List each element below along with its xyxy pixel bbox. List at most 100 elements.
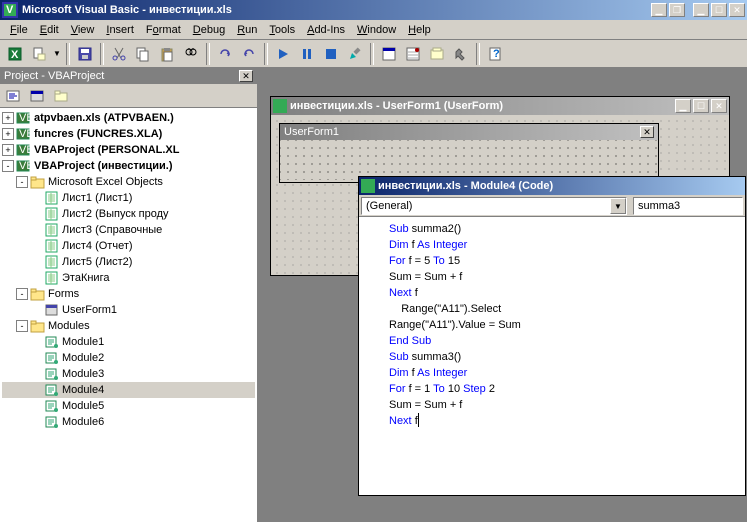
code-line[interactable]: Dim f As Integer [389, 237, 741, 253]
reset-icon[interactable] [320, 43, 342, 65]
object-combo[interactable]: (General) ▼ [361, 197, 627, 215]
project-toolbar [0, 84, 257, 108]
menu-file[interactable]: File [4, 22, 34, 38]
tree-node[interactable]: Module4 [2, 382, 255, 398]
view-excel-icon[interactable]: X [4, 43, 26, 65]
tree-node[interactable]: +VBVBAProject (PERSONAL.XL [2, 142, 255, 158]
vba-icon: VB [16, 127, 32, 141]
cut-icon[interactable] [108, 43, 130, 65]
expand-icon[interactable]: + [2, 144, 14, 156]
object-browser-icon[interactable] [426, 43, 448, 65]
form-icon [273, 99, 287, 113]
tree-node[interactable]: UserForm1 [2, 302, 255, 318]
code-line[interactable]: Range("A11").Select [389, 301, 741, 317]
expand-icon[interactable]: - [2, 160, 14, 172]
minimize-button[interactable]: ▁ [693, 3, 709, 17]
expand-icon[interactable]: + [2, 128, 14, 140]
code-line[interactable]: Sub summa2() [389, 221, 741, 237]
code-line[interactable]: Sum = Sum + f [389, 269, 741, 285]
menu-add-ins[interactable]: Add-Ins [301, 22, 351, 38]
tree-node[interactable]: Module6 [2, 414, 255, 430]
tree-node[interactable]: -Modules [2, 318, 255, 334]
find-icon[interactable] [180, 43, 202, 65]
expand-icon[interactable]: - [16, 320, 28, 332]
break-icon[interactable] [296, 43, 318, 65]
redo-icon[interactable] [238, 43, 260, 65]
properties-icon[interactable] [402, 43, 424, 65]
copy-icon[interactable] [132, 43, 154, 65]
userform-caption: UserForm1 [284, 126, 339, 138]
code-editor[interactable]: Sub summa2()Dim f As IntegerFor f = 5 To… [359, 217, 745, 433]
tree-node[interactable]: -Microsoft Excel Objects [2, 174, 255, 190]
tree-node[interactable]: -Forms [2, 286, 255, 302]
project-explorer-icon[interactable] [378, 43, 400, 65]
paste-icon[interactable] [156, 43, 178, 65]
code-titlebar[interactable]: инвестиции.xls - Module4 (Code) [359, 177, 745, 195]
uf-minimize-button[interactable]: ▁ [675, 99, 691, 113]
tree-node[interactable]: Module5 [2, 398, 255, 414]
toolbox-icon[interactable] [450, 43, 472, 65]
code-line[interactable]: Range("A11").Value = Sum [389, 317, 741, 333]
tree-node[interactable]: Лист5 (Лист2) [2, 254, 255, 270]
tree-node[interactable]: Лист2 (Выпуск проду [2, 206, 255, 222]
tree-node[interactable]: Лист4 (Отчет) [2, 238, 255, 254]
tree-node[interactable]: Лист1 (Лист1) [2, 190, 255, 206]
menu-view[interactable]: View [65, 22, 101, 38]
tree-node[interactable]: +VBatpvbaen.xls (ATPVBAEN.) [2, 110, 255, 126]
tree-node[interactable]: Module2 [2, 350, 255, 366]
uf-close-button[interactable]: ✕ [711, 99, 727, 113]
tree-node[interactable]: Лист3 (Справочные [2, 222, 255, 238]
view-code-icon[interactable] [2, 85, 24, 107]
dropdown-icon[interactable]: ▼ [610, 198, 626, 214]
toggle-folders-icon[interactable] [50, 85, 72, 107]
code-line[interactable]: Sum = Sum + f [389, 397, 741, 413]
project-panel-title: Project - VBAProject [4, 70, 104, 82]
help-icon[interactable]: ? [484, 43, 506, 65]
code-line[interactable]: For f = 1 To 10 Step 2 [389, 381, 741, 397]
userform-canvas[interactable]: UserForm1 ✕ [279, 123, 659, 183]
doc-restore-button[interactable]: ❐ [669, 3, 685, 17]
menu-run[interactable]: Run [231, 22, 263, 38]
run-icon[interactable] [272, 43, 294, 65]
insert-dropdown[interactable]: ▼ [52, 49, 62, 58]
tree-node[interactable]: Module1 [2, 334, 255, 350]
menu-insert[interactable]: Insert [100, 22, 140, 38]
code-window[interactable]: инвестиции.xls - Module4 (Code) (General… [358, 176, 746, 496]
project-panel-close[interactable]: ✕ [239, 70, 253, 82]
uf-maximize-button[interactable]: ☐ [693, 99, 709, 113]
module-icon [44, 367, 60, 381]
view-object-icon[interactable] [26, 85, 48, 107]
code-line[interactable]: Dim f As Integer [389, 365, 741, 381]
design-mode-icon[interactable] [344, 43, 366, 65]
menu-help[interactable]: Help [402, 22, 437, 38]
expand-icon[interactable]: - [16, 176, 28, 188]
menu-window[interactable]: Window [351, 22, 402, 38]
procedure-combo[interactable]: summa3 [633, 197, 743, 215]
code-line[interactable]: Next f [389, 413, 741, 429]
maximize-button[interactable]: ☐ [711, 3, 727, 17]
insert-icon[interactable] [28, 43, 50, 65]
tree-node[interactable]: ЭтаКнига [2, 270, 255, 286]
menu-edit[interactable]: Edit [34, 22, 65, 38]
close-button[interactable]: ✕ [729, 3, 745, 17]
menu-debug[interactable]: Debug [187, 22, 231, 38]
expand-icon[interactable]: - [16, 288, 28, 300]
menu-format[interactable]: Format [140, 22, 187, 38]
code-line[interactable]: End Sub [389, 333, 741, 349]
tree-label: ЭтаКнига [62, 272, 109, 284]
doc-minimize-button[interactable]: ▁ [651, 3, 667, 17]
userform-body[interactable] [280, 140, 658, 180]
undo-icon[interactable] [214, 43, 236, 65]
userform-titlebar[interactable]: инвестиции.xls - UserForm1 (UserForm) ▁ … [271, 97, 729, 115]
code-line[interactable]: For f = 5 To 15 [389, 253, 741, 269]
expand-icon[interactable]: + [2, 112, 14, 124]
tree-node[interactable]: -VBVBAProject (инвестиции.) [2, 158, 255, 174]
tree-node[interactable]: +VBfuncres (FUNCRES.XLA) [2, 126, 255, 142]
code-line[interactable]: Next f [389, 285, 741, 301]
code-line[interactable]: Sub summa3() [389, 349, 741, 365]
save-icon[interactable] [74, 43, 96, 65]
menu-tools[interactable]: Tools [263, 22, 301, 38]
svg-text:VB: VB [19, 128, 32, 140]
project-tree[interactable]: +VBatpvbaen.xls (ATPVBAEN.)+VBfuncres (F… [0, 108, 257, 432]
tree-node[interactable]: Module3 [2, 366, 255, 382]
